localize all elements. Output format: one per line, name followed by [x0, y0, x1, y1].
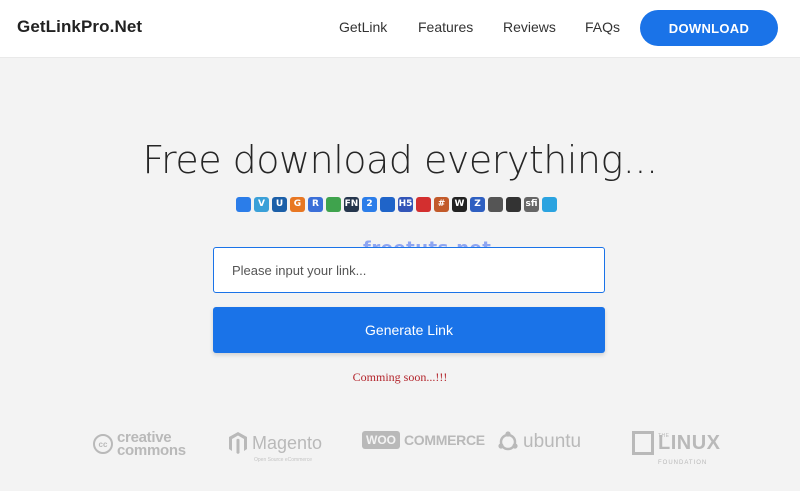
status-message: Comming soon...!!! [352, 370, 448, 384]
cc-badge-icon: cc [93, 434, 113, 454]
two-icon: 2 [362, 196, 377, 212]
h5-icon: H5 [398, 196, 413, 212]
download-button[interactable]: DOWNLOAD [640, 10, 778, 46]
z-icon: Z [470, 196, 485, 212]
woocommerce-logo: WOO COMMERCE [362, 431, 485, 449]
w-icon: W [452, 196, 467, 212]
sfi-icon: sfi [524, 196, 539, 212]
nav-link-features[interactable]: Features [418, 19, 473, 35]
linux-foundation-text: FOUNDATION [658, 460, 708, 466]
g-icon: G [290, 196, 305, 212]
magento-icon [229, 432, 247, 454]
partner-logos: cc creative commons Magento Open Source … [0, 425, 800, 466]
magento-text: Magento [252, 432, 323, 453]
folder-icon [326, 196, 341, 212]
cc-text-bottom: commons [117, 442, 186, 459]
generate-link-button[interactable]: Generate Link [213, 307, 605, 353]
box-icon [236, 196, 251, 212]
lock-icon [506, 196, 521, 212]
drop-icon [380, 196, 395, 212]
magento-logo: Magento Open Source eCommerce [228, 431, 323, 463]
ubuntu-icon [498, 431, 518, 451]
nav-link-reviews[interactable]: Reviews [503, 19, 556, 35]
creative-commons-logo: cc creative commons [93, 430, 186, 459]
grid-icon: # [434, 196, 449, 212]
supported-hosts-icons: V U G R FN 2 H5 # W Zsfi [236, 196, 557, 212]
brand-logo[interactable]: GetLinkPro.Net [17, 17, 142, 37]
linux-foundation-logo: THE LINUX FOUNDATION [632, 431, 721, 466]
eye-icon [542, 196, 557, 212]
cloud-icon [416, 196, 431, 212]
fn-icon: FN [344, 196, 359, 212]
vimeo-icon: V [254, 196, 269, 212]
navbar: GetLinkPro.Net GetLink Features Reviews … [0, 0, 800, 58]
nav-link-faqs[interactable]: FAQs [585, 19, 620, 35]
woo-text: COMMERCE [404, 432, 485, 448]
hero-title: Free download everything... [142, 138, 658, 182]
card-icon [488, 196, 503, 212]
woo-box: WOO [362, 431, 400, 449]
nav-link-getlink[interactable]: GetLink [339, 19, 387, 35]
rapidgator-icon: R [308, 196, 323, 212]
linux-box-icon [632, 431, 654, 455]
ubuntu-text: ubuntu [523, 431, 582, 452]
ubuntu-logo: ubuntu [497, 431, 581, 453]
link-input[interactable] [213, 247, 605, 293]
linux-the-text: THE [658, 433, 670, 439]
uploaded-icon: U [272, 196, 287, 212]
magento-subtext: Open Source eCommerce [254, 457, 313, 463]
